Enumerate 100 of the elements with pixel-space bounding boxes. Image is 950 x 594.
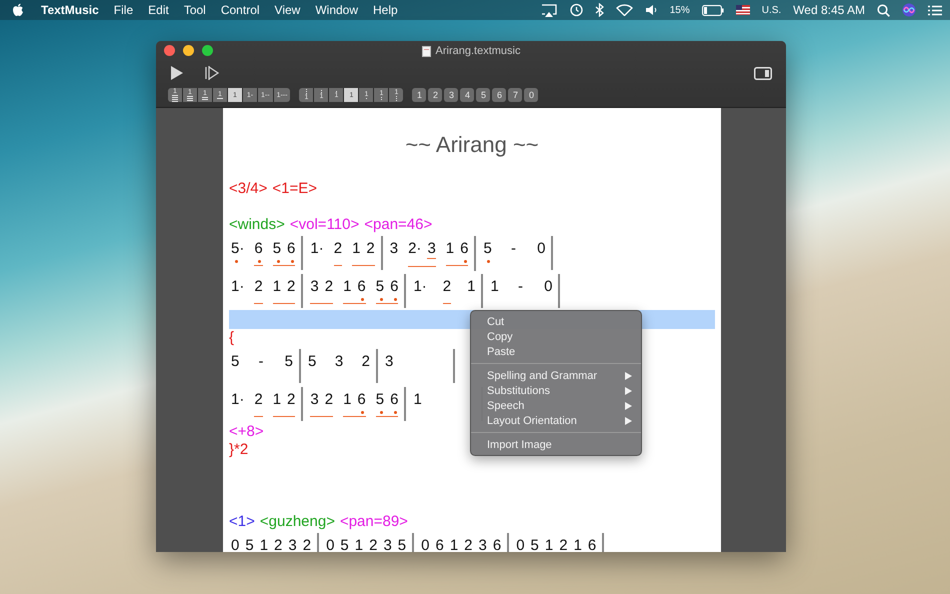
menu-item[interactable]: Help	[373, 3, 398, 17]
note: 0	[544, 278, 552, 296]
note: 6	[287, 240, 296, 258]
siri-icon[interactable]	[902, 3, 916, 17]
note: 5	[308, 353, 316, 371]
note: 2	[559, 537, 568, 552]
menu-item[interactable]: Control	[220, 3, 260, 17]
close-button[interactable]	[164, 45, 175, 56]
note-value-button[interactable]: 4	[460, 88, 474, 102]
menu-item[interactable]: Window	[315, 3, 358, 17]
note: 1·	[231, 391, 244, 409]
note: 1	[467, 278, 476, 296]
note: 2	[324, 278, 334, 296]
note: 0	[516, 537, 525, 552]
play-icon[interactable]	[170, 65, 184, 81]
directive-text: <vol=110>	[290, 216, 360, 234]
directive-text: <1>	[229, 513, 255, 531]
window-title: Arirang.textmusic	[436, 45, 520, 57]
note-value-button[interactable]: 3	[444, 88, 458, 102]
battery-icon[interactable]	[702, 4, 724, 16]
menu-item[interactable]: Paste	[471, 344, 641, 359]
note: 0	[326, 537, 334, 552]
directive-text: <1=E>	[272, 180, 318, 198]
note: 0	[537, 240, 546, 258]
directive-text: }*2	[229, 441, 248, 459]
menu-bar-clock[interactable]: Wed 8:45 AM	[793, 3, 865, 17]
note-value-button[interactable]: 6	[492, 88, 506, 102]
menu-item[interactable]: Substitutions	[471, 383, 641, 398]
menu-item[interactable]: Edit	[148, 3, 169, 17]
note: 6	[588, 537, 596, 552]
clock-history-icon[interactable]	[568, 3, 583, 17]
note: 1	[272, 391, 282, 409]
minimize-button[interactable]	[183, 45, 194, 56]
note: 3	[383, 537, 392, 552]
menu-item[interactable]: View	[274, 3, 300, 17]
note: 1	[450, 537, 458, 552]
menu-item[interactable]: Cut	[471, 314, 641, 329]
directive-text: <pan=46>	[364, 216, 432, 234]
note: 2	[274, 537, 282, 552]
menu-item[interactable]: Speech	[471, 398, 641, 413]
note: 2	[254, 278, 263, 296]
directive-text: <3/4>	[229, 180, 268, 198]
menu-item[interactable]: Import Image	[471, 437, 641, 452]
menu-item[interactable]: Spelling and Grammar	[471, 368, 641, 383]
note: 5	[398, 537, 406, 552]
note: 2	[366, 240, 375, 258]
menu-item[interactable]: File	[114, 3, 134, 17]
note: 6	[492, 537, 502, 552]
menu-item[interactable]: Tool	[184, 3, 206, 17]
note-value-button[interactable]: 7	[508, 88, 522, 102]
sidebar-icon[interactable]	[754, 66, 772, 80]
bluetooth-icon[interactable]	[594, 3, 604, 17]
note: 2	[369, 537, 378, 552]
wifi-icon[interactable]	[616, 4, 633, 16]
directive-text: <guzheng>	[260, 513, 335, 531]
note: 1	[352, 240, 360, 258]
note: 2	[464, 537, 472, 552]
note: 3	[334, 353, 344, 371]
note: 6	[357, 391, 366, 409]
airplay-icon[interactable]	[540, 4, 557, 16]
search-icon[interactable]	[877, 4, 890, 16]
note: 5	[530, 537, 539, 552]
note: 1·	[231, 278, 244, 296]
note: 1	[446, 240, 454, 258]
note: 6	[460, 240, 468, 258]
note: 0	[231, 537, 240, 552]
note: 5	[376, 391, 384, 409]
zoom-button[interactable]	[202, 45, 213, 56]
apple-icon[interactable]	[12, 3, 24, 17]
directive-text: {	[229, 329, 234, 347]
note: 6	[357, 278, 366, 296]
note-value-button[interactable]: 5	[476, 88, 490, 102]
input-source-label[interactable]: U.S.	[762, 4, 782, 16]
note: 5	[272, 240, 282, 258]
note: 2	[334, 240, 342, 258]
note: 5	[483, 240, 492, 258]
score-title: ~~ Arirang ~~	[404, 131, 540, 159]
note: 2·	[408, 240, 422, 258]
note: 1·	[310, 240, 324, 258]
note: 6	[390, 391, 398, 409]
note: 2	[362, 353, 370, 371]
directive-text: <+8>	[229, 423, 264, 441]
volume-icon[interactable]	[644, 4, 658, 16]
note: 3	[310, 391, 319, 409]
note: 1	[574, 537, 582, 552]
note: -	[510, 240, 516, 258]
menu-item[interactable]: Layout Orientation	[471, 413, 641, 428]
note: 0	[421, 537, 430, 552]
note-value-button[interactable]: 0	[524, 88, 538, 102]
note: 1·	[413, 278, 427, 296]
app-menu[interactable]: TextMusic	[41, 3, 99, 17]
note-value-button[interactable]: 2	[428, 88, 442, 102]
flag-icon[interactable]	[736, 5, 750, 15]
list-icon[interactable]	[928, 4, 942, 16]
note: 3	[478, 537, 487, 552]
step-play-icon[interactable]	[204, 65, 220, 81]
menu-item[interactable]: Copy	[471, 329, 641, 344]
note: 5	[231, 353, 240, 371]
note-value-button[interactable]: 1	[412, 88, 426, 102]
note: 1	[272, 278, 282, 296]
